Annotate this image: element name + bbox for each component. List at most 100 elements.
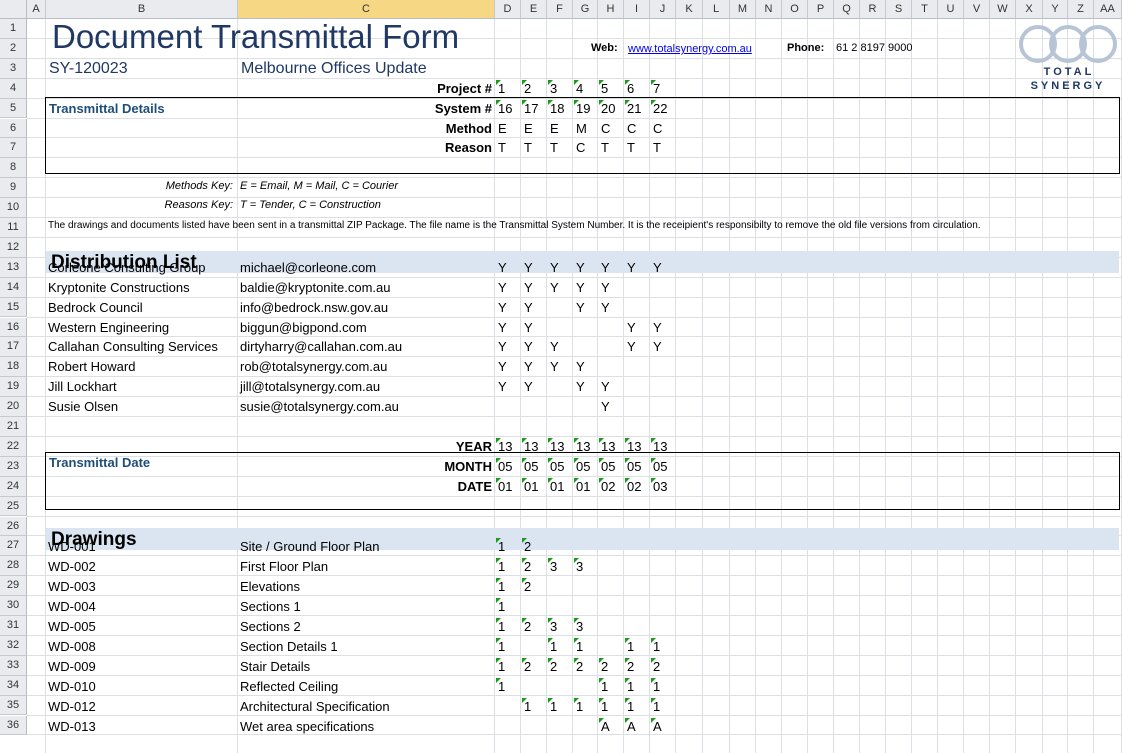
row-header-10[interactable]: 10 [0,198,27,218]
spreadsheet[interactable]: A B C D E F G H I J K L M N O P Q R S T U V W X Y Z AA 1 2 3 4 5 6 7 8 9 10… [0,0,1122,753]
distribution-mark[interactable]: Y [627,260,636,276]
row-header-24[interactable]: 24 [0,476,27,497]
distribution-mark[interactable]: Y [524,359,533,375]
row-header-22[interactable]: 22 [0,436,27,457]
distribution-mark[interactable]: Y [498,379,507,395]
drawing-name[interactable]: Sections 2 [240,619,301,635]
drawing-id[interactable]: WD-002 [48,559,96,575]
date-label[interactable]: YEAR [238,439,492,455]
row-header-18[interactable]: 18 [0,357,27,378]
column-header-o[interactable]: O [782,0,808,19]
row-header-21[interactable]: 21 [0,417,27,437]
row-header-27[interactable]: 27 [0,536,27,557]
row-header-14[interactable]: 14 [0,277,27,298]
row-header-12[interactable]: 12 [0,237,27,258]
distribution-mark[interactable]: Y [498,359,507,375]
recipient-name[interactable]: Susie Olsen [48,399,118,415]
row-header-29[interactable]: 29 [0,576,27,597]
column-header-s[interactable]: S [886,0,912,19]
row-header-28[interactable]: 28 [0,556,27,577]
column-header-x[interactable]: X [1016,0,1043,19]
distribution-mark[interactable]: Y [524,379,533,395]
column-header-i[interactable]: I [624,0,650,19]
row-header-8[interactable]: 8 [0,158,27,179]
distribution-mark[interactable]: Y [576,379,585,395]
drawing-name[interactable]: Section Details 1 [240,639,338,655]
recipient-email[interactable]: jill@totalsynergy.com.au [240,379,380,395]
row-header-30[interactable]: 30 [0,596,27,616]
details-label[interactable]: System # [238,101,492,117]
drawing-id[interactable]: WD-013 [48,719,96,735]
distribution-mark[interactable]: Y [524,339,533,355]
row-header-36[interactable]: 36 [0,715,27,736]
details-value[interactable]: T [524,140,532,156]
row-header-2[interactable]: 2 [0,38,27,59]
distribution-mark[interactable]: Y [498,260,507,276]
distribution-mark[interactable]: Y [550,359,559,375]
column-header-v[interactable]: V [964,0,990,19]
drawing-id[interactable]: WD-010 [48,679,96,695]
column-header-k[interactable]: K [676,0,703,19]
column-header-u[interactable]: U [938,0,964,19]
drawing-name[interactable]: Site / Ground Floor Plan [240,539,379,555]
column-header-p[interactable]: P [808,0,834,19]
row-header-9[interactable]: 9 [0,178,27,199]
row-header-3[interactable]: 3 [0,58,27,79]
distribution-mark[interactable]: Y [576,260,585,276]
distribution-mark[interactable]: Y [524,260,533,276]
row-header-33[interactable]: 33 [0,655,27,676]
details-value[interactable]: T [653,140,661,156]
recipient-name[interactable]: Kryptonite Constructions [48,280,190,296]
distribution-mark[interactable]: Y [576,359,585,375]
column-header-c[interactable]: C [238,0,495,19]
details-value[interactable]: T [601,140,609,156]
column-header-d[interactable]: D [495,0,521,19]
distribution-mark[interactable]: Y [550,339,559,355]
recipient-name[interactable]: Callahan Consulting Services [48,339,218,355]
details-value[interactable]: E [524,121,533,137]
row-header-13[interactable]: 13 [0,257,27,278]
distribution-mark[interactable]: Y [601,399,610,415]
recipient-email[interactable]: baldie@kryptonite.com.au [240,280,391,296]
column-header-a[interactable]: A [27,0,46,19]
column-header-f[interactable]: F [547,0,573,19]
row-header-15[interactable]: 15 [0,297,27,318]
drawing-name[interactable]: Wet area specifications [240,719,374,735]
details-value[interactable]: C [576,140,585,156]
distribution-mark[interactable]: Y [498,339,507,355]
web-link[interactable]: www.totalsynergy.com.au [628,40,752,57]
drawing-id[interactable]: WD-003 [48,579,96,595]
distribution-mark[interactable]: Y [498,280,507,296]
recipient-name[interactable]: Corleone Consulting Group [48,260,206,276]
column-header-n[interactable]: N [756,0,782,19]
recipient-name[interactable]: Western Engineering [48,320,169,336]
drawing-name[interactable]: First Floor Plan [240,559,328,575]
drawing-id[interactable]: WD-009 [48,659,96,675]
details-value[interactable]: E [550,121,559,137]
details-value[interactable]: C [627,121,636,137]
distribution-mark[interactable]: Y [627,320,636,336]
row-header-32[interactable]: 32 [0,635,27,656]
column-header-e[interactable]: E [521,0,547,19]
column-header-w[interactable]: W [990,0,1016,19]
drawing-id[interactable]: WD-001 [48,539,96,555]
column-header-aa[interactable]: AA [1094,0,1122,19]
distribution-mark[interactable]: Y [653,260,662,276]
row-header-25[interactable]: 25 [0,496,27,517]
details-value[interactable]: T [627,140,635,156]
recipient-email[interactable]: michael@corleone.com [240,260,376,276]
row-header-17[interactable]: 17 [0,337,27,358]
drawing-name[interactable]: Sections 1 [240,599,301,615]
select-all-corner[interactable] [0,0,27,19]
date-label[interactable]: DATE [238,479,492,495]
row-header-4[interactable]: 4 [0,78,27,99]
recipient-email[interactable]: biggun@bigpond.com [240,320,367,336]
details-value[interactable]: T [498,140,506,156]
row-header-23[interactable]: 23 [0,456,27,477]
column-header-r[interactable]: R [860,0,886,19]
distribution-mark[interactable]: Y [627,339,636,355]
details-label[interactable]: Reason [238,140,492,156]
column-header-b[interactable]: B [46,0,238,19]
distribution-mark[interactable]: Y [550,280,559,296]
recipient-name[interactable]: Robert Howard [48,359,135,375]
